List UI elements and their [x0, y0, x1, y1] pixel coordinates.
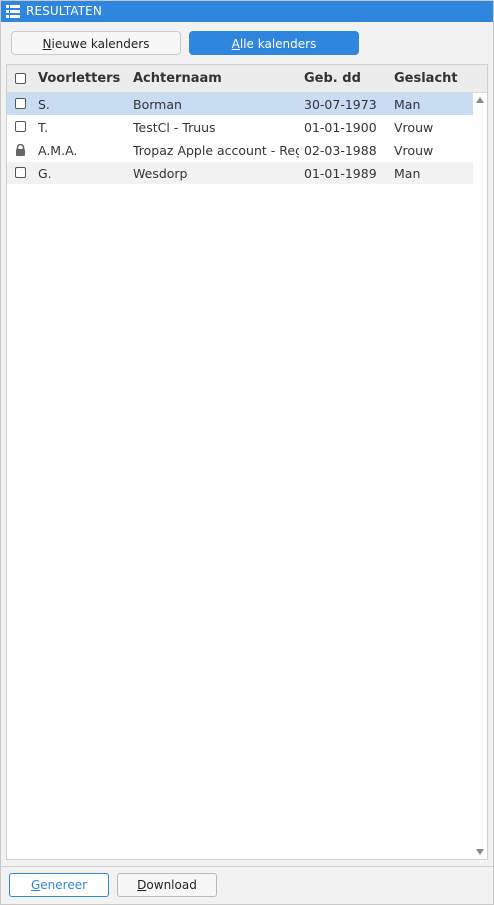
- select-all-checkbox[interactable]: [15, 73, 26, 84]
- results-table: Voorletters Achternaam Geb. dd Geslacht …: [6, 64, 488, 860]
- cell-gender: Man: [394, 97, 421, 112]
- row-checkbox[interactable]: [15, 121, 26, 132]
- download-button[interactable]: Download: [117, 873, 217, 897]
- row-checkbox[interactable]: [15, 167, 26, 178]
- cell-gender: Man: [394, 166, 421, 181]
- panel-titlebar: RESULTATEN: [1, 1, 493, 22]
- list-icon: [6, 5, 20, 18]
- scroll-down-icon[interactable]: [476, 849, 484, 855]
- cell-lastname: Borman: [133, 97, 182, 112]
- cell-dob: 01-01-1989: [304, 166, 377, 181]
- cell-initials: T.: [38, 120, 49, 135]
- cell-initials: A.M.A.: [38, 143, 78, 158]
- vertical-scrollbar[interactable]: [473, 93, 487, 859]
- new-calendars-button[interactable]: Nieuwe kalenders: [11, 31, 181, 55]
- cell-lastname: Tropaz Apple account - Regu: [133, 143, 299, 158]
- header-initials[interactable]: Voorletters: [38, 71, 120, 86]
- header-lastname[interactable]: Achternaam: [133, 71, 222, 86]
- cell-dob: 02-03-1988: [304, 143, 377, 158]
- cell-dob: 01-01-1900: [304, 120, 377, 135]
- table-row[interactable]: T. TestCl - Truus 01-01-1900 Vrouw: [7, 116, 473, 138]
- panel-title: RESULTATEN: [26, 4, 102, 18]
- cell-gender: Vrouw: [394, 120, 434, 135]
- bottom-toolbar: Genereer Download: [1, 866, 493, 905]
- scroll-up-icon[interactable]: [476, 97, 484, 103]
- cell-initials: S.: [38, 97, 50, 112]
- cell-initials: G.: [38, 166, 52, 181]
- table-row[interactable]: G. Wesdorp 01-01-1989 Man: [7, 162, 473, 184]
- row-checkbox[interactable]: [15, 98, 26, 109]
- table-row[interactable]: A.M.A. Tropaz Apple account - Regu 02-03…: [7, 139, 473, 161]
- cell-lastname: TestCl - Truus: [133, 120, 216, 135]
- cell-gender: Vrouw: [394, 143, 434, 158]
- cell-dob: 30-07-1973: [304, 97, 377, 112]
- header-gender[interactable]: Geslacht: [394, 71, 458, 86]
- header-dob[interactable]: Geb. dd: [304, 71, 361, 86]
- lock-icon: [16, 144, 25, 156]
- all-calendars-button[interactable]: Alle kalenders: [189, 31, 359, 55]
- generate-button[interactable]: Genereer: [9, 873, 109, 897]
- table-header: Voorletters Achternaam Geb. dd Geslacht: [7, 65, 487, 93]
- results-panel: RESULTATEN Nieuwe kalenders Alle kalende…: [0, 0, 494, 905]
- table-row[interactable]: S. Borman 30-07-1973 Man: [7, 93, 473, 115]
- cell-lastname: Wesdorp: [133, 166, 188, 181]
